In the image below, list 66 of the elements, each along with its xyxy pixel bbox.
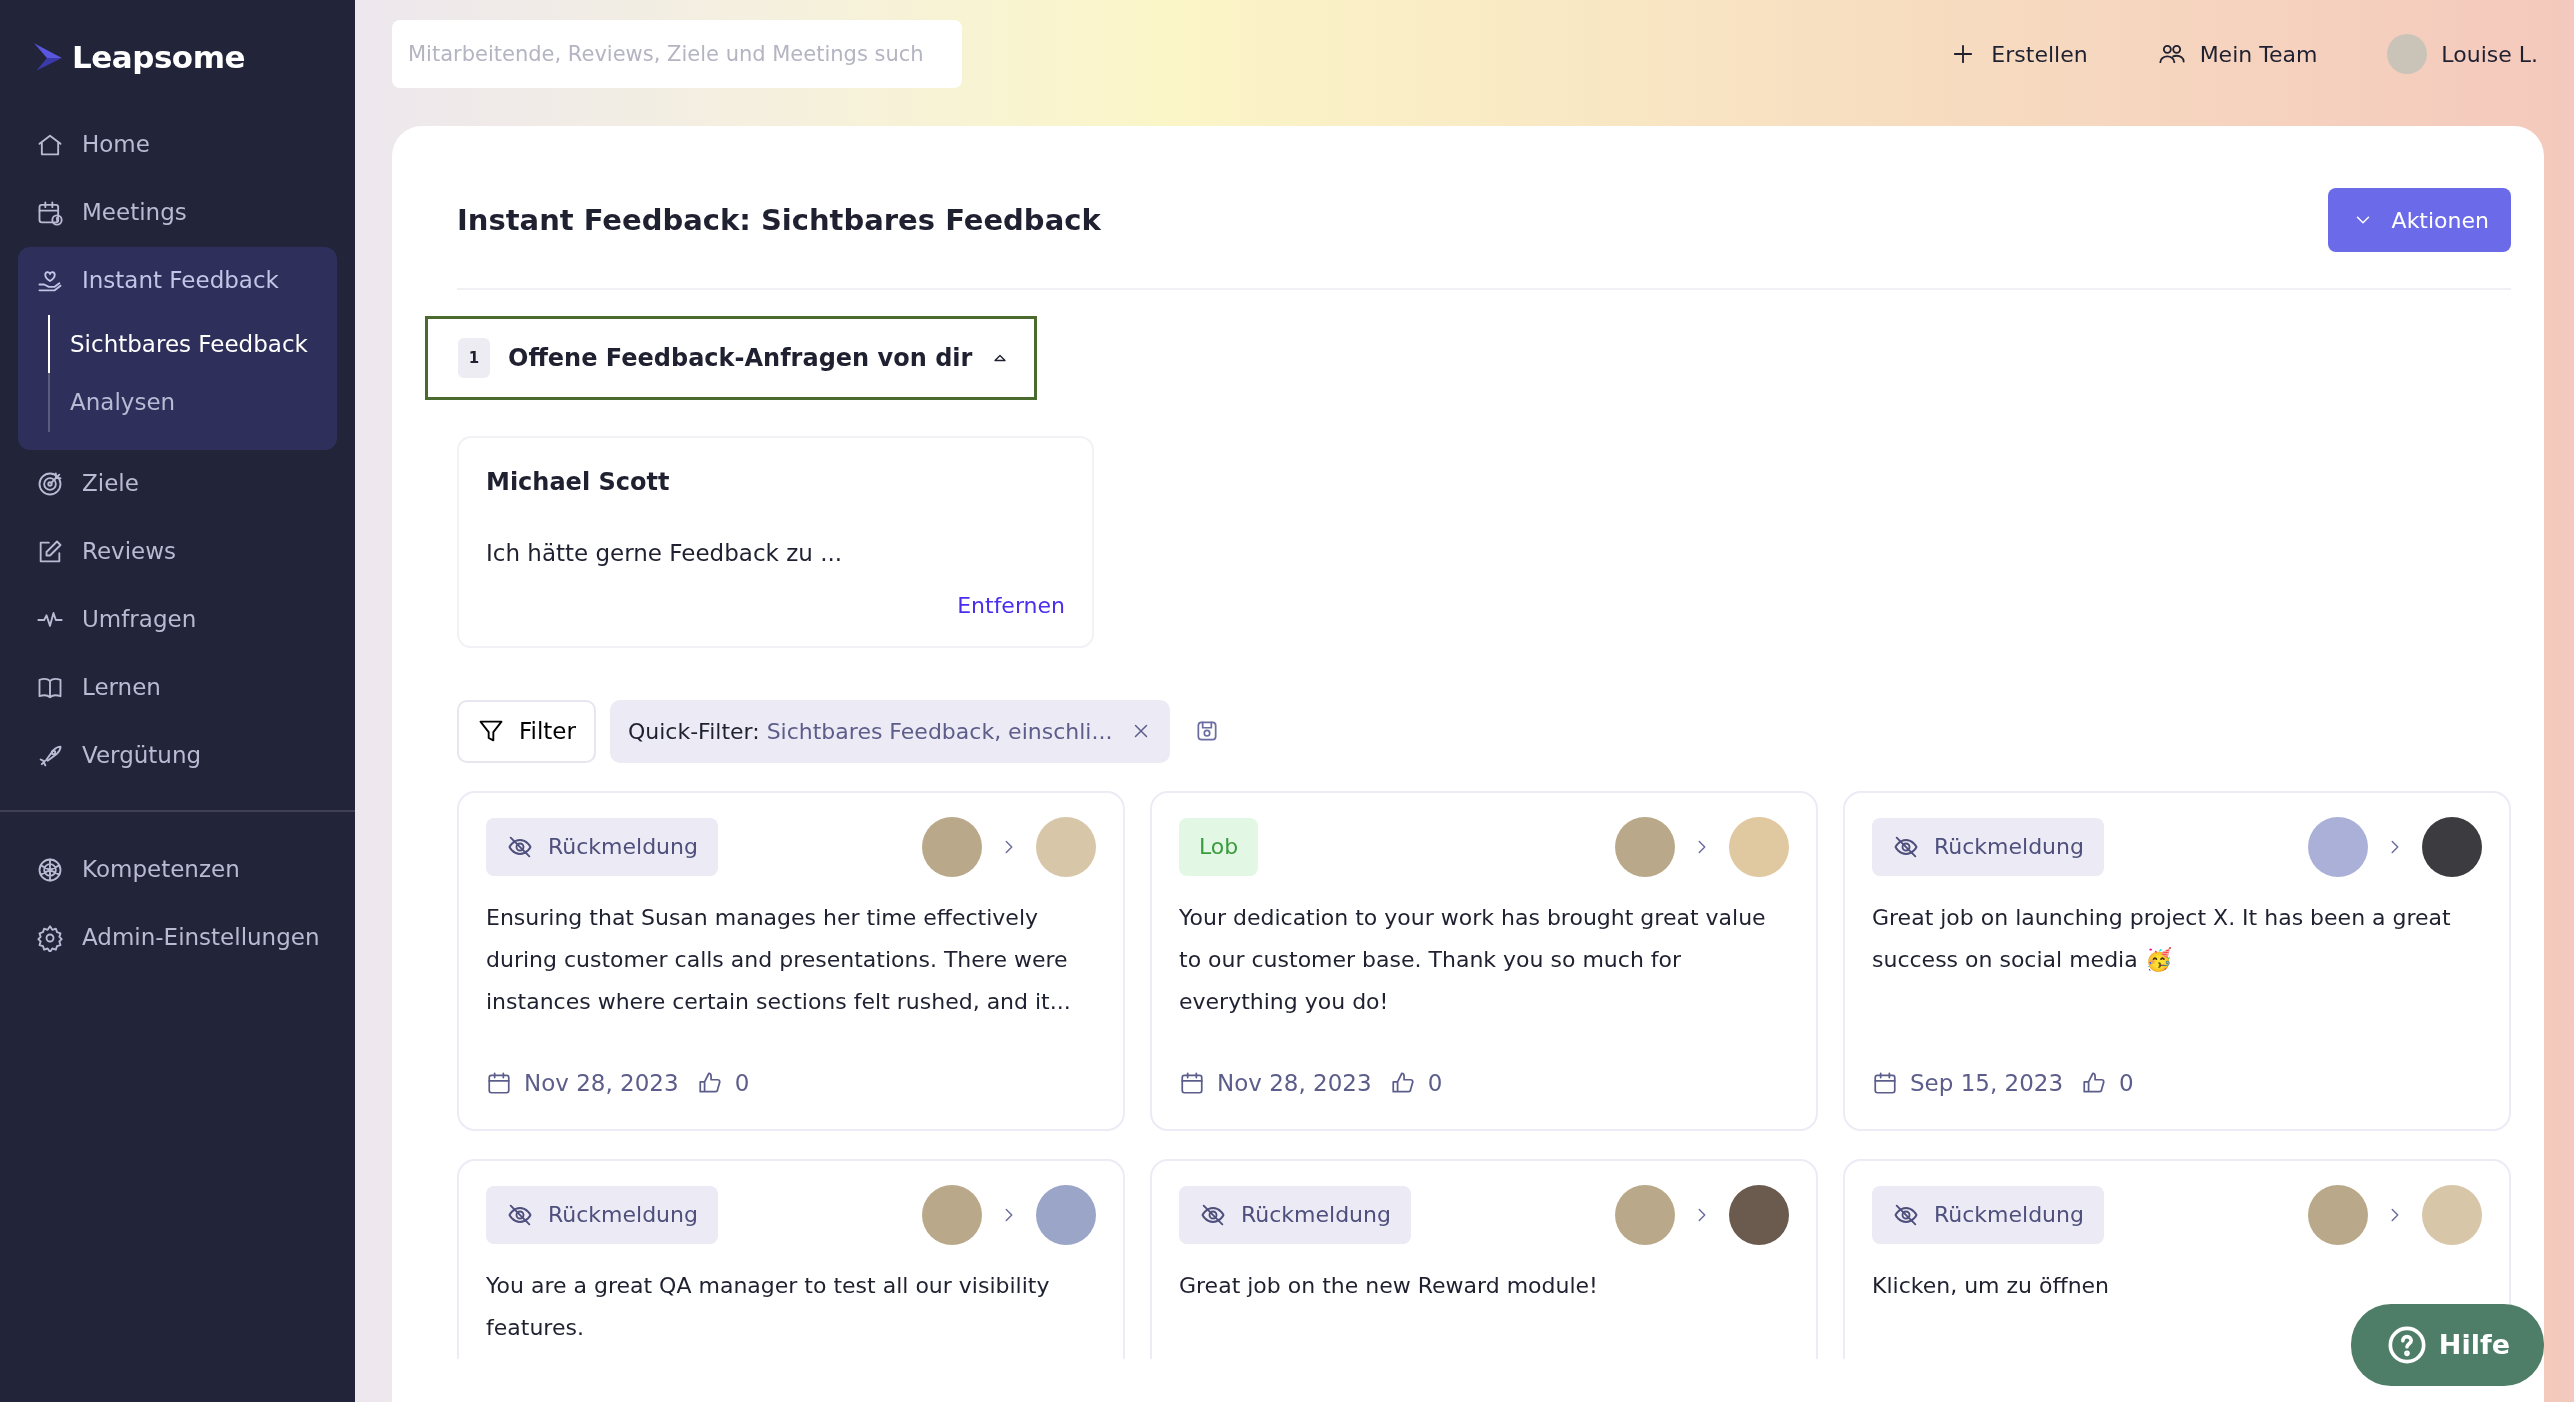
brand-name: Leapsome [72,38,245,77]
sidebar-item[interactable]: Ziele [0,449,355,518]
filter-button[interactable]: Filter [457,699,596,763]
feedback-type-tag: Rückmeldung [1872,817,2104,876]
sidebar-label: Reviews [82,537,177,567]
sidebar-item[interactable]: Vergütung [0,721,355,790]
feedback-card[interactable]: Lob Your dedication to your work has brought great value to our customer base. Thank you so much for everything you do! Nov 28, 2023 0 [1150,790,1818,1131]
sidebar-label: Kompetenzen [82,855,240,885]
sidebar-label: Vergütung [82,741,202,771]
feedback-card[interactable]: Rückmeldung You are a great QA manager to test all our visibility features. [457,1158,1125,1359]
feedback-card[interactable]: Rückmeldung Great job on launching project X. It has been a great success on social media 🥳 Sep 15, 2023 0 [1843,790,2511,1131]
avatar [2387,34,2428,74]
section-toggle[interactable]: 1 Offene Feedback-Anfragen von dir [425,316,1038,400]
remove-link[interactable]: Entfernen [957,592,1065,618]
feedback-type-tag: Lob [1179,817,1259,876]
sidebar-label: Lernen [82,673,161,703]
sidebar-subitem[interactable]: Analysen [48,373,337,432]
sidebar-item[interactable]: Lernen [0,653,355,722]
header-action[interactable]: Erstellen [1943,36,2094,72]
header-action[interactable]: Mein Team [2151,36,2324,72]
feedback-text: Great job on the new Reward module! [1179,1271,1599,1300]
feedback-text: Klicken, um zu öffnen [1872,1271,2111,1300]
feedback-type-tag: Rückmeldung [1872,1185,2104,1244]
sidebar-item[interactable]: Instant Feedback [18,246,337,315]
calendar-icon [486,1070,512,1097]
feedback-date: Nov 28, 2023 [524,1069,679,1098]
feedback-card[interactable]: Rückmeldung Great job on the new Reward module! [1150,1158,1818,1359]
feedback-text: You are a great QA manager to test all our visibility features. [486,1271,1051,1342]
sidebar-label: Admin-Einstellungen [82,923,320,953]
feedback-card[interactable]: Rückmeldung Ensuring that Susan manages her time effectively during customer calls and presentations. There were instances where certain sections felt rushed, and it... Nov 28, 2023 0 [457,790,1125,1131]
feedback-text: Ensuring that Susan manages her time effectively during customer calls and presentations. There were instances where certain sections felt rushed, and it... [486,903,1072,1016]
search-field[interactable]: Mitarbeitende, Reviews, Ziele und Meetings such [392,20,962,88]
sidebar-item[interactable]: Kompetenzen [0,835,355,904]
sidebar-item[interactable]: Home [0,110,355,179]
sidebar-item[interactable]: Reviews [0,517,355,586]
count-badge: 1 [458,338,490,378]
like-count: 0 [2119,1069,2134,1098]
request-text: Ich hätte gerne Feedback zu ... [486,539,844,568]
feedback-type-tag: Rückmeldung [486,1185,718,1244]
requester-name: Michael Scott [486,467,671,498]
quick-filter-chip[interactable]: Quick-Filter: Sichtbares Feedback, einschli... [609,699,1171,763]
feedback-date: Sep 15, 2023 [1910,1069,2064,1098]
sidebar-label: Umfragen [82,605,197,635]
sidebar-label: Home [82,130,150,160]
like-count: 0 [734,1069,750,1098]
help-button[interactable]: Hilfe [2350,1304,2544,1386]
actions-button[interactable]: Aktionen [2327,188,2511,252]
like-count: 0 [1427,1069,1443,1098]
sidebar-subitem[interactable]: Sichtbares Feedback [48,314,337,373]
sidebar-item[interactable]: Umfragen [0,585,355,654]
feedback-type-tag: Rückmeldung [1179,1185,1411,1244]
feedback-date: Nov 28, 2023 [1217,1069,1372,1098]
feedback-type-tag: Rückmeldung [486,817,718,876]
help-icon [2386,1325,2427,1365]
sidebar-label: Instant Feedback [82,266,279,296]
sidebar-label: Ziele [82,469,139,499]
sidebar-label: Meetings [82,198,187,228]
settings-icon [36,923,64,952]
sidebar-item[interactable]: Meetings [0,178,355,247]
feedback-text: Your dedication to your work has brought great value to our customer base. Thank you so much for everything you do! [1179,903,1767,1016]
calendar-icon [1179,1070,1205,1097]
sidebar-item[interactable]: Admin-Einstellungen [0,903,355,972]
feedback-text: Great job on launching project X. It has been a great success on social media 🥳 [1872,903,2452,974]
header-action[interactable]: Louise L. [2381,33,2544,75]
page-title: Instant Feedback: Sichtbares Feedback [457,202,1101,238]
calendar-icon [1872,1070,1898,1097]
